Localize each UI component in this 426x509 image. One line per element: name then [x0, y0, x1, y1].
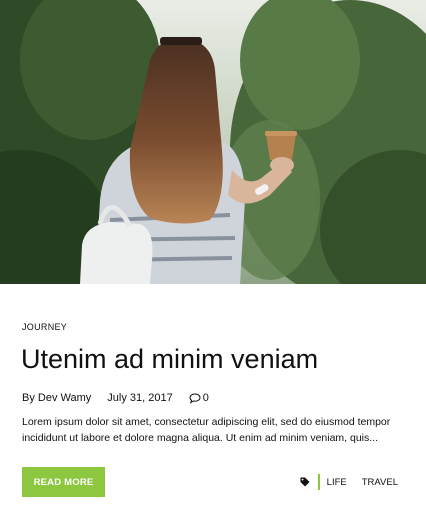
post-excerpt: Lorem ipsum dolor sit amet, consectetur … [22, 416, 391, 444]
post-date[interactable]: July 31, 2017 [107, 392, 172, 404]
comment-icon [189, 392, 201, 404]
post-category[interactable]: JOURNEY [22, 322, 67, 332]
read-more-button[interactable]: READ MORE [22, 467, 105, 497]
post-title[interactable]: Utenim ad minim veniam [21, 342, 411, 376]
blog-post-card: JOURNEY Utenim ad minim veniam By Dev Wa… [0, 0, 426, 509]
tag-separator [317, 474, 320, 490]
post-tags: LIFE TRAVEL [300, 474, 398, 490]
post-meta: By Dev Wamy July 31, 2017 0 [22, 391, 209, 405]
comment-count: 0 [202, 392, 209, 404]
post-author[interactable]: By Dev Wamy [22, 392, 91, 404]
tag-icon [300, 477, 310, 487]
featured-image[interactable] [0, 0, 426, 284]
featured-image-illustration [0, 0, 426, 284]
tag-link-travel[interactable]: TRAVEL [362, 477, 398, 488]
post-comments-link[interactable]: 0 [189, 392, 209, 404]
tag-link-life[interactable]: LIFE [327, 477, 347, 488]
